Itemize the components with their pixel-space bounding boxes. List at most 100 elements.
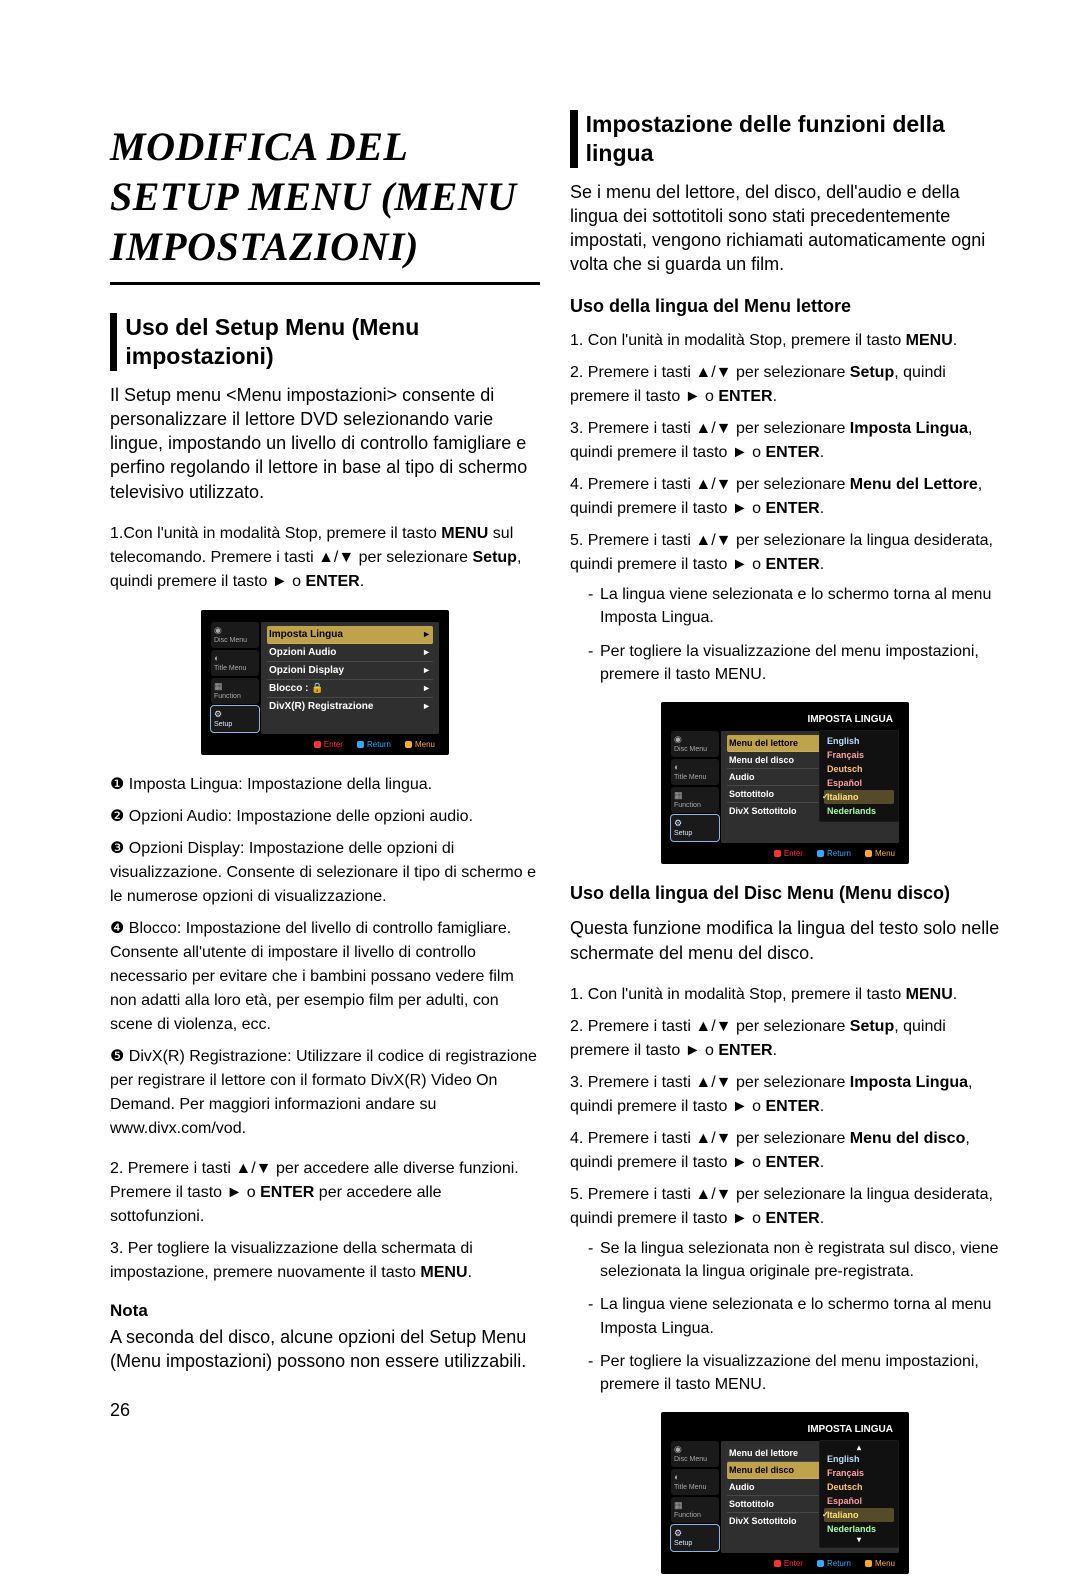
right-intro: Se i menu del lettore, del disco, dell'a…	[570, 180, 1000, 277]
bullet-blocco: ❹ Blocco: Impostazione del livello di co…	[110, 917, 540, 1037]
disc-sub-3: Per togliere la visualizzazione del menu…	[588, 1350, 1000, 1396]
osd-menu-label: Menu	[865, 1559, 895, 1568]
section-setup-menu: Uso del Setup Menu (Menu impostazioni)	[110, 313, 540, 371]
language-popup: ▴ English Français Deutsch Español Itali…	[819, 1440, 899, 1548]
disc-icon: ◉	[674, 735, 682, 744]
lang-step-2: 2. Premere i tasti ▲/▼ per selezionare S…	[570, 361, 1000, 409]
osd-row-blocco: Blocco : 🔒►	[267, 680, 433, 698]
osd-enter-label: Enter	[774, 1559, 803, 1568]
osd-header: IMPOSTA LINGUA	[671, 714, 899, 725]
lang-option-francais: Français	[824, 748, 894, 762]
osd-lang-player-menu: IMPOSTA LINGUA ◉Disc Menu ◐Title Menu ▦F…	[661, 702, 909, 864]
osd-side-function: ▦Function	[671, 1497, 719, 1523]
play-arrow-icon: ►	[422, 629, 431, 639]
lang-option-italiano: Italiano	[824, 790, 894, 804]
play-arrow-icon: ►	[422, 701, 431, 711]
disc-step-1: 1. Con l'unità in modalità Stop, premere…	[570, 983, 1000, 1007]
lang-option-nederlands: Nederlands	[824, 1522, 894, 1536]
lang-step-1: 1. Con l'unità in modalità Stop, premere…	[570, 329, 1000, 353]
function-icon: ▦	[674, 1501, 683, 1510]
disc-menu-intro: Questa funzione modifica la lingua del t…	[570, 916, 1000, 965]
bullet-imposta-lingua: ❶ Imposta Lingua: Impostazione della lin…	[110, 773, 540, 797]
lang-sub-1: La lingua viene selezionata e lo schermo…	[588, 583, 1000, 629]
note-heading: Nota	[110, 1301, 540, 1321]
disc-step-4: 4. Premere i tasti ▲/▼ per selezionare M…	[570, 1127, 1000, 1175]
osd-enter-label: Enter	[774, 849, 803, 858]
section-heading: Impostazione delle funzioni della lingua	[586, 110, 1000, 168]
osd-side-disc-menu: ◉Disc Menu	[671, 1441, 719, 1467]
intro-paragraph: Il Setup menu <Menu impostazioni> consen…	[110, 383, 540, 504]
step-3: 3. Per togliere la visualizzazione della…	[110, 1237, 540, 1285]
bullet-opzioni-audio: ❷ Opzioni Audio: Impostazione delle opzi…	[110, 805, 540, 829]
osd-side-title-menu: ◐Title Menu	[211, 650, 259, 676]
step-2: 2. Premere i tasti ▲/▼ per accedere alle…	[110, 1157, 540, 1229]
up-arrow-icon: ▴	[824, 1444, 894, 1452]
disc-sub-2: La lingua viene selezionata e lo schermo…	[588, 1293, 1000, 1339]
disc-step-5: 5. Premere i tasti ▲/▼ per selezionare l…	[570, 1183, 1000, 1396]
function-icon: ▦	[674, 791, 683, 800]
section-language-settings: Impostazione delle funzioni della lingua	[570, 110, 1000, 168]
disc-sub-1: Se la lingua selezionata non è registrat…	[588, 1237, 1000, 1283]
page-title: MODIFICA DEL SETUP MENU (MENU IMPOSTAZIO…	[110, 122, 540, 272]
lang-sub-2: Per togliere la visualizzazione del menu…	[588, 640, 1000, 686]
osd-side-title-menu: ◐Title Menu	[671, 1469, 719, 1495]
sub-heading-disc-menu-lang: Uso della lingua del Disc Menu (Menu dis…	[570, 882, 1000, 905]
osd-footer: Enter Return Menu	[671, 1559, 899, 1568]
osd-row-imposta-lingua: Imposta Lingua►	[267, 626, 433, 644]
page-number: 26	[110, 1400, 130, 1421]
osd-header: IMPOSTA LINGUA	[671, 1424, 899, 1435]
osd-return-label: Return	[357, 740, 391, 749]
lang-option-italiano: Italiano	[824, 1508, 894, 1522]
down-arrow-icon: ▾	[824, 1536, 894, 1544]
play-arrow-icon: ►	[422, 665, 431, 675]
step-1: 1.Con l'unità in modalità Stop, premere …	[110, 522, 540, 594]
section-heading: Uso del Setup Menu (Menu impostazioni)	[125, 313, 540, 371]
osd-side-function: ▦Function	[211, 678, 259, 704]
osd-footer: Enter Return Menu	[211, 740, 439, 749]
osd-lang-disc-menu: IMPOSTA LINGUA ◉Disc Menu ◐Title Menu ▦F…	[661, 1412, 909, 1574]
play-arrow-icon: ►	[422, 683, 431, 693]
osd-enter-label: Enter	[314, 740, 343, 749]
osd-setup-menu: ◉Disc Menu ◐Title Menu ▦Function ⚙Setup …	[201, 610, 449, 755]
lang-option-francais: Français	[824, 1466, 894, 1480]
disc-icon: ◉	[214, 626, 222, 635]
lang-option-english: English	[824, 734, 894, 748]
osd-return-label: Return	[817, 1559, 851, 1568]
title-icon: ◐	[674, 763, 679, 772]
disc-step-3: 3. Premere i tasti ▲/▼ per selezionare I…	[570, 1071, 1000, 1119]
lang-option-nederlands: Nederlands	[824, 804, 894, 818]
sub-heading-player-menu-lang: Uso della lingua del Menu lettore	[570, 295, 1000, 318]
function-icon: ▦	[214, 682, 223, 691]
lang-step-5: 5. Premere i tasti ▲/▼ per selezionare l…	[570, 529, 1000, 686]
play-arrow-icon: ►	[422, 647, 431, 657]
bullet-opzioni-display: ❸ Opzioni Display: Impostazione delle op…	[110, 837, 540, 909]
disc-step-2: 2. Premere i tasti ▲/▼ per selezionare S…	[570, 1015, 1000, 1063]
language-popup: English Français Deutsch Español Italian…	[819, 730, 899, 822]
lang-option-deutsch: Deutsch	[824, 1480, 894, 1494]
gear-icon: ⚙	[674, 819, 682, 828]
note-body: A seconda del disco, alcune opzioni del …	[110, 1325, 540, 1374]
lang-option-espanol: Español	[824, 776, 894, 790]
osd-row-divx-reg: DivX(R) Registrazione►	[267, 698, 433, 715]
gear-icon: ⚙	[214, 710, 222, 719]
osd-row-opzioni-audio: Opzioni Audio►	[267, 644, 433, 662]
disc-icon: ◉	[674, 1445, 682, 1454]
osd-side-setup: ⚙Setup	[671, 815, 719, 841]
bullet-divx: ❺ DivX(R) Registrazione: Utilizzare il c…	[110, 1045, 540, 1141]
osd-row-opzioni-display: Opzioni Display►	[267, 662, 433, 680]
osd-footer: Enter Return Menu	[671, 849, 899, 858]
lang-option-english: English	[824, 1452, 894, 1466]
title-icon: ◐	[674, 1473, 679, 1482]
osd-side-setup: ⚙Setup	[671, 1525, 719, 1551]
title-icon: ◐	[214, 654, 219, 663]
osd-side-title-menu: ◐Title Menu	[671, 759, 719, 785]
title-rule	[110, 282, 540, 285]
osd-return-label: Return	[817, 849, 851, 858]
gear-icon: ⚙	[674, 1529, 682, 1538]
osd-side-disc-menu: ◉Disc Menu	[671, 731, 719, 757]
osd-menu-label: Menu	[405, 740, 435, 749]
osd-side-disc-menu: ◉Disc Menu	[211, 622, 259, 648]
lang-option-espanol: Español	[824, 1494, 894, 1508]
lang-step-3: 3. Premere i tasti ▲/▼ per selezionare I…	[570, 417, 1000, 465]
osd-side-function: ▦Function	[671, 787, 719, 813]
